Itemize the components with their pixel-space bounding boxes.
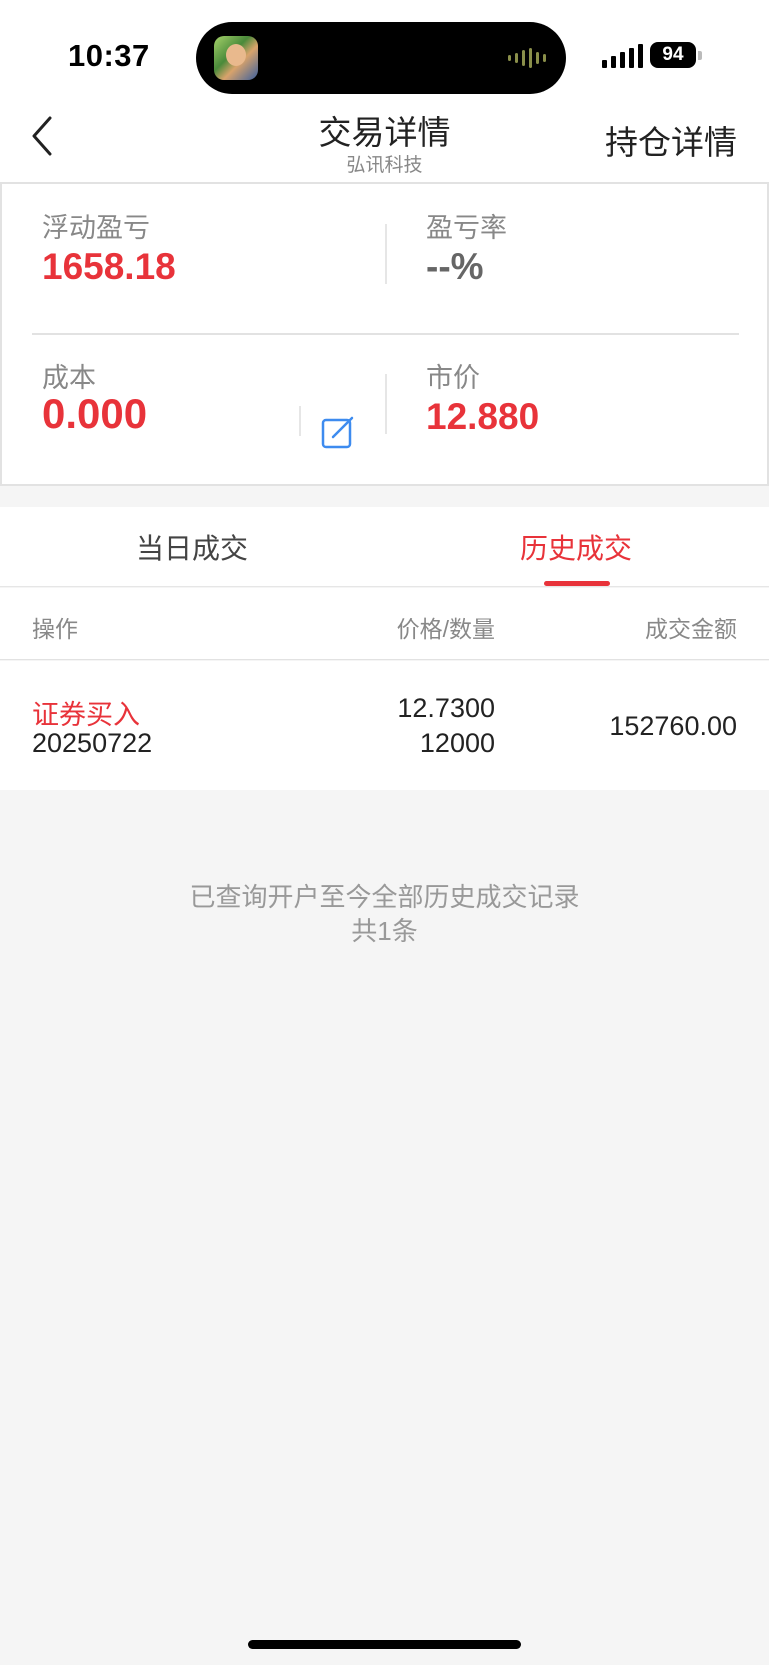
tab-today-trades[interactable]: 当日成交 [136, 527, 248, 567]
trade-amount: 152760.00 [609, 711, 737, 741]
divider [32, 333, 739, 335]
history-footer-note: 已查询开户至今全部历史成交记录 共1条 [0, 880, 769, 948]
divider [385, 224, 387, 284]
status-bar: 10:37 94 [0, 0, 769, 100]
column-header-operation: 操作 [32, 616, 78, 642]
tab-bar: 当日成交 历史成交 [0, 507, 769, 587]
column-header-price-qty: 价格/数量 [396, 616, 495, 642]
market-price-label: 市价 [426, 363, 480, 393]
pnl-rate-value: --% [426, 246, 484, 287]
audio-wave-icon [508, 48, 546, 68]
pnl-rate-label: 盈亏率 [426, 213, 507, 243]
divider [299, 406, 301, 436]
signal-icon [602, 44, 643, 68]
battery-tip [698, 51, 702, 60]
column-header-amount: 成交金额 [645, 616, 737, 642]
market-price-value: 12.880 [426, 396, 540, 437]
status-time: 10:37 [68, 38, 150, 73]
divider [385, 374, 387, 434]
edit-icon [321, 416, 354, 449]
active-tab-indicator [544, 581, 610, 586]
summary-card: 浮动盈亏 1658.18 盈亏率 --% 成本 0.000 市价 12.880 [0, 182, 769, 486]
dynamic-island[interactable] [196, 22, 566, 94]
tab-history-trades[interactable]: 历史成交 [520, 527, 632, 567]
floating-pnl-label: 浮动盈亏 [42, 213, 150, 243]
table-row[interactable]: 证券买入 20250722 12.7300 12000 152760.00 [0, 661, 769, 790]
battery-icon: 94 [650, 42, 696, 68]
floating-pnl-value: 1658.18 [42, 246, 176, 287]
trade-quantity: 12000 [419, 728, 495, 758]
home-indicator[interactable] [248, 1640, 521, 1649]
trade-price: 12.7300 [397, 693, 495, 723]
nav-bar: 交易详情 弘讯科技 持仓详情 [0, 100, 769, 182]
cost-value: 0.000 [42, 390, 148, 437]
avatar [214, 36, 258, 80]
footer-line-count: 共1条 [351, 916, 418, 946]
table-header: 操作 价格/数量 成交金额 [0, 588, 769, 660]
footer-line-query: 已查询开户至今全部历史成交记录 [189, 882, 580, 912]
trade-date: 20250722 [32, 728, 153, 758]
edit-cost-button[interactable] [320, 415, 356, 451]
position-detail-button[interactable]: 持仓详情 [605, 116, 737, 164]
trade-operation: 证券买入 [32, 700, 140, 730]
